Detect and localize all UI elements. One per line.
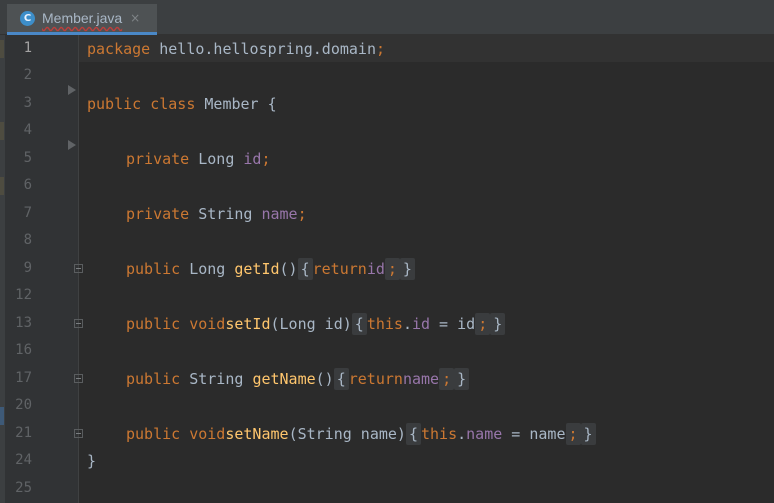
keyword: public <box>126 369 181 388</box>
keyword: return <box>312 259 367 278</box>
line-number-gutter: 1 2 3 4 5 6 7 8 9 12 13 16 17 20 21 24 2… <box>0 35 83 503</box>
assignment: = id <box>430 314 476 333</box>
class-c-icon: C <box>20 10 35 26</box>
package-name: hello.hellospring.domain <box>150 39 376 58</box>
code-line-17: public String getName() { return name; } <box>79 365 774 392</box>
method-name: getName <box>252 369 316 388</box>
type: String <box>180 369 253 388</box>
parameters: (Long id) <box>270 314 352 333</box>
keyword: package <box>87 39 151 58</box>
folded-close-brace[interactable]: } <box>490 312 506 335</box>
code-line-21: public void setName (String name) { this.… <box>79 420 774 447</box>
folded-open-brace[interactable]: { <box>405 422 421 445</box>
strip-marker <box>0 407 4 425</box>
class-declaration: Member { <box>195 94 277 113</box>
folded-semicolon: ; <box>439 367 455 390</box>
type: String <box>189 204 262 223</box>
this-keyword: this <box>366 314 403 333</box>
semicolon: ; <box>297 204 307 223</box>
code-line-9: public Long getId() { return id; } <box>79 255 774 282</box>
tab-label: Member.java <box>42 10 123 26</box>
field-name: id <box>243 149 262 168</box>
code-line-13: public void setId (Long id) { this. id = i… <box>79 310 774 337</box>
keyword: return <box>348 369 403 388</box>
folded-open-brace[interactable]: { <box>333 367 349 390</box>
assignment: = name <box>502 424 566 443</box>
close-icon[interactable]: × <box>130 11 140 25</box>
folded-semicolon: ; <box>475 312 491 335</box>
keyword: public void <box>126 314 226 333</box>
folded-close-brace[interactable]: } <box>399 257 415 280</box>
parens: () <box>279 259 298 278</box>
field-name: id <box>366 259 385 278</box>
folded-semicolon: ; <box>384 257 400 280</box>
field-name: id <box>411 314 431 333</box>
dot: . <box>457 424 467 443</box>
code-line-7: private String name; <box>79 200 774 227</box>
keyword: public class <box>87 94 196 113</box>
semicolon: ; <box>376 39 386 58</box>
keyword: private <box>126 204 190 223</box>
dot: . <box>402 314 412 333</box>
keyword: private <box>126 149 190 168</box>
folded-semicolon: ; <box>565 422 581 445</box>
this-keyword: this <box>421 424 458 443</box>
keyword: public void <box>126 424 226 443</box>
tab-member-java[interactable]: C Member.java × <box>7 4 157 35</box>
type: Long <box>180 259 235 278</box>
closing-brace: } <box>87 451 97 470</box>
code-line-5: private Long id; <box>79 145 774 172</box>
semicolon: ; <box>261 149 271 168</box>
folded-open-brace[interactable]: { <box>297 257 313 280</box>
method-name: setName <box>225 424 289 443</box>
folded-open-brace[interactable]: { <box>351 312 367 335</box>
method-name: getId <box>234 259 280 278</box>
strip-marker <box>0 40 4 58</box>
folded-close-brace[interactable]: } <box>454 367 470 390</box>
keyword: public <box>126 259 181 278</box>
field-name: name <box>466 424 503 443</box>
strip-marker <box>0 177 4 195</box>
field-name: name <box>402 369 440 388</box>
strip-marker <box>0 122 4 140</box>
code-line-24: } <box>79 447 774 474</box>
tool-window-strip <box>0 35 5 503</box>
type: Long <box>189 149 244 168</box>
fold-arrow-icon[interactable] <box>68 85 76 95</box>
code-line-3: public class Member { <box>79 90 774 117</box>
code-editor[interactable]: package hello.hellospring.domain; public… <box>79 35 774 503</box>
parameters: (String name) <box>288 424 406 443</box>
parens: () <box>315 369 334 388</box>
folded-close-brace[interactable]: } <box>580 422 596 445</box>
method-name: setId <box>225 314 271 333</box>
code-line-1: package hello.hellospring.domain; <box>79 35 774 62</box>
fold-arrow-icon[interactable] <box>68 140 76 150</box>
editor-tab-bar: C Member.java × <box>0 0 774 35</box>
field-name: name <box>261 204 298 223</box>
